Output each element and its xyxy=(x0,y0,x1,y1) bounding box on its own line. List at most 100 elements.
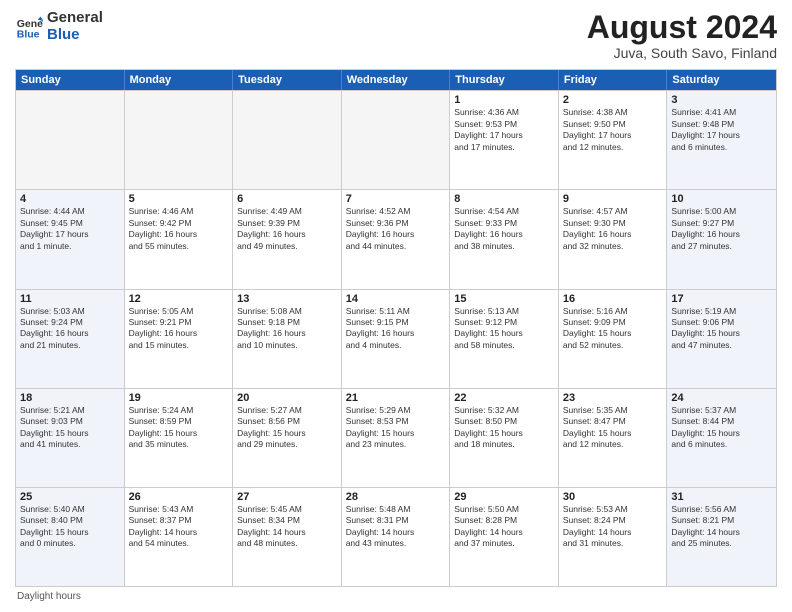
day-info: Sunrise: 4:46 AM Sunset: 9:42 PM Dayligh… xyxy=(129,206,229,252)
day-number: 3 xyxy=(671,94,772,106)
day-number: 10 xyxy=(671,193,772,205)
calendar-day: 7Sunrise: 4:52 AM Sunset: 9:36 PM Daylig… xyxy=(342,190,451,288)
header-wednesday: Wednesday xyxy=(342,70,451,90)
calendar-day: 24Sunrise: 5:37 AM Sunset: 8:44 PM Dayli… xyxy=(667,389,776,487)
day-info: Sunrise: 5:56 AM Sunset: 8:21 PM Dayligh… xyxy=(671,504,772,550)
day-number: 23 xyxy=(563,392,663,404)
calendar-day: 23Sunrise: 5:35 AM Sunset: 8:47 PM Dayli… xyxy=(559,389,668,487)
day-info: Sunrise: 5:53 AM Sunset: 8:24 PM Dayligh… xyxy=(563,504,663,550)
day-number: 30 xyxy=(563,491,663,503)
day-info: Sunrise: 5:19 AM Sunset: 9:06 PM Dayligh… xyxy=(671,306,772,352)
day-number: 16 xyxy=(563,293,663,305)
day-number: 18 xyxy=(20,392,120,404)
day-number: 17 xyxy=(671,293,772,305)
day-number: 19 xyxy=(129,392,229,404)
calendar-day: 26Sunrise: 5:43 AM Sunset: 8:37 PM Dayli… xyxy=(125,488,234,586)
day-number: 20 xyxy=(237,392,337,404)
day-info: Sunrise: 4:36 AM Sunset: 9:53 PM Dayligh… xyxy=(454,107,554,153)
calendar-day: 10Sunrise: 5:00 AM Sunset: 9:27 PM Dayli… xyxy=(667,190,776,288)
day-info: Sunrise: 4:54 AM Sunset: 9:33 PM Dayligh… xyxy=(454,206,554,252)
calendar-day: 5Sunrise: 4:46 AM Sunset: 9:42 PM Daylig… xyxy=(125,190,234,288)
header-monday: Monday xyxy=(125,70,234,90)
calendar-header: Sunday Monday Tuesday Wednesday Thursday… xyxy=(16,70,776,90)
header-tuesday: Tuesday xyxy=(233,70,342,90)
calendar-day: 2Sunrise: 4:38 AM Sunset: 9:50 PM Daylig… xyxy=(559,91,668,189)
calendar-day: 28Sunrise: 5:48 AM Sunset: 8:31 PM Dayli… xyxy=(342,488,451,586)
logo-blue: Blue xyxy=(47,26,80,43)
header-thursday: Thursday xyxy=(450,70,559,90)
day-number: 28 xyxy=(346,491,446,503)
day-info: Sunrise: 5:29 AM Sunset: 8:53 PM Dayligh… xyxy=(346,405,446,451)
day-info: Sunrise: 4:38 AM Sunset: 9:50 PM Dayligh… xyxy=(563,107,663,153)
calendar-day: 30Sunrise: 5:53 AM Sunset: 8:24 PM Dayli… xyxy=(559,488,668,586)
day-number: 11 xyxy=(20,293,120,305)
day-info: Sunrise: 5:45 AM Sunset: 8:34 PM Dayligh… xyxy=(237,504,337,550)
calendar-day: 14Sunrise: 5:11 AM Sunset: 9:15 PM Dayli… xyxy=(342,290,451,388)
calendar-day: 29Sunrise: 5:50 AM Sunset: 8:28 PM Dayli… xyxy=(450,488,559,586)
calendar-week-3: 11Sunrise: 5:03 AM Sunset: 9:24 PM Dayli… xyxy=(16,289,776,388)
calendar-day: 11Sunrise: 5:03 AM Sunset: 9:24 PM Dayli… xyxy=(16,290,125,388)
day-info: Sunrise: 5:37 AM Sunset: 8:44 PM Dayligh… xyxy=(671,405,772,451)
day-info: Sunrise: 4:57 AM Sunset: 9:30 PM Dayligh… xyxy=(563,206,663,252)
day-number: 25 xyxy=(20,491,120,503)
day-info: Sunrise: 5:08 AM Sunset: 9:18 PM Dayligh… xyxy=(237,306,337,352)
calendar-day: 6Sunrise: 4:49 AM Sunset: 9:39 PM Daylig… xyxy=(233,190,342,288)
day-number: 5 xyxy=(129,193,229,205)
calendar: Sunday Monday Tuesday Wednesday Thursday… xyxy=(15,69,777,587)
calendar-week-1: 1Sunrise: 4:36 AM Sunset: 9:53 PM Daylig… xyxy=(16,90,776,189)
calendar-week-2: 4Sunrise: 4:44 AM Sunset: 9:45 PM Daylig… xyxy=(16,189,776,288)
calendar-day: 25Sunrise: 5:40 AM Sunset: 8:40 PM Dayli… xyxy=(16,488,125,586)
day-info: Sunrise: 5:24 AM Sunset: 8:59 PM Dayligh… xyxy=(129,405,229,451)
page: General Blue General Blue August 2024 Ju… xyxy=(0,0,792,612)
calendar-day: 13Sunrise: 5:08 AM Sunset: 9:18 PM Dayli… xyxy=(233,290,342,388)
calendar-day xyxy=(125,91,234,189)
day-number: 7 xyxy=(346,193,446,205)
calendar-day xyxy=(16,91,125,189)
calendar-body: 1Sunrise: 4:36 AM Sunset: 9:53 PM Daylig… xyxy=(16,90,776,586)
calendar-day: 18Sunrise: 5:21 AM Sunset: 9:03 PM Dayli… xyxy=(16,389,125,487)
calendar-week-5: 25Sunrise: 5:40 AM Sunset: 8:40 PM Dayli… xyxy=(16,487,776,586)
day-info: Sunrise: 4:41 AM Sunset: 9:48 PM Dayligh… xyxy=(671,107,772,153)
logo-general: General xyxy=(47,9,103,26)
header: General Blue General Blue August 2024 Ju… xyxy=(15,10,777,61)
header-saturday: Saturday xyxy=(667,70,776,90)
day-info: Sunrise: 5:13 AM Sunset: 9:12 PM Dayligh… xyxy=(454,306,554,352)
calendar-week-4: 18Sunrise: 5:21 AM Sunset: 9:03 PM Dayli… xyxy=(16,388,776,487)
day-info: Sunrise: 5:21 AM Sunset: 9:03 PM Dayligh… xyxy=(20,405,120,451)
day-number: 21 xyxy=(346,392,446,404)
day-number: 14 xyxy=(346,293,446,305)
calendar-day: 20Sunrise: 5:27 AM Sunset: 8:56 PM Dayli… xyxy=(233,389,342,487)
day-info: Sunrise: 5:03 AM Sunset: 9:24 PM Dayligh… xyxy=(20,306,120,352)
calendar-day: 16Sunrise: 5:16 AM Sunset: 9:09 PM Dayli… xyxy=(559,290,668,388)
logo: General Blue General Blue xyxy=(15,10,103,43)
svg-text:Blue: Blue xyxy=(17,28,40,40)
day-number: 1 xyxy=(454,94,554,106)
calendar-day: 17Sunrise: 5:19 AM Sunset: 9:06 PM Dayli… xyxy=(667,290,776,388)
calendar-day: 22Sunrise: 5:32 AM Sunset: 8:50 PM Dayli… xyxy=(450,389,559,487)
calendar-day: 15Sunrise: 5:13 AM Sunset: 9:12 PM Dayli… xyxy=(450,290,559,388)
day-number: 26 xyxy=(129,491,229,503)
day-number: 13 xyxy=(237,293,337,305)
calendar-day: 19Sunrise: 5:24 AM Sunset: 8:59 PM Dayli… xyxy=(125,389,234,487)
day-info: Sunrise: 5:05 AM Sunset: 9:21 PM Dayligh… xyxy=(129,306,229,352)
page-subtitle: Juva, South Savo, Finland xyxy=(587,45,777,61)
day-info: Sunrise: 5:11 AM Sunset: 9:15 PM Dayligh… xyxy=(346,306,446,352)
calendar-day xyxy=(342,91,451,189)
day-info: Sunrise: 5:32 AM Sunset: 8:50 PM Dayligh… xyxy=(454,405,554,451)
title-block: August 2024 Juva, South Savo, Finland xyxy=(587,10,777,61)
day-number: 4 xyxy=(20,193,120,205)
day-number: 6 xyxy=(237,193,337,205)
calendar-day: 4Sunrise: 4:44 AM Sunset: 9:45 PM Daylig… xyxy=(16,190,125,288)
page-title: August 2024 xyxy=(587,10,777,45)
day-info: Sunrise: 5:00 AM Sunset: 9:27 PM Dayligh… xyxy=(671,206,772,252)
day-info: Sunrise: 4:44 AM Sunset: 9:45 PM Dayligh… xyxy=(20,206,120,252)
calendar-day: 31Sunrise: 5:56 AM Sunset: 8:21 PM Dayli… xyxy=(667,488,776,586)
header-friday: Friday xyxy=(559,70,668,90)
calendar-day: 3Sunrise: 4:41 AM Sunset: 9:48 PM Daylig… xyxy=(667,91,776,189)
day-number: 27 xyxy=(237,491,337,503)
day-number: 31 xyxy=(671,491,772,503)
day-number: 29 xyxy=(454,491,554,503)
day-number: 8 xyxy=(454,193,554,205)
calendar-day: 12Sunrise: 5:05 AM Sunset: 9:21 PM Dayli… xyxy=(125,290,234,388)
day-info: Sunrise: 5:43 AM Sunset: 8:37 PM Dayligh… xyxy=(129,504,229,550)
